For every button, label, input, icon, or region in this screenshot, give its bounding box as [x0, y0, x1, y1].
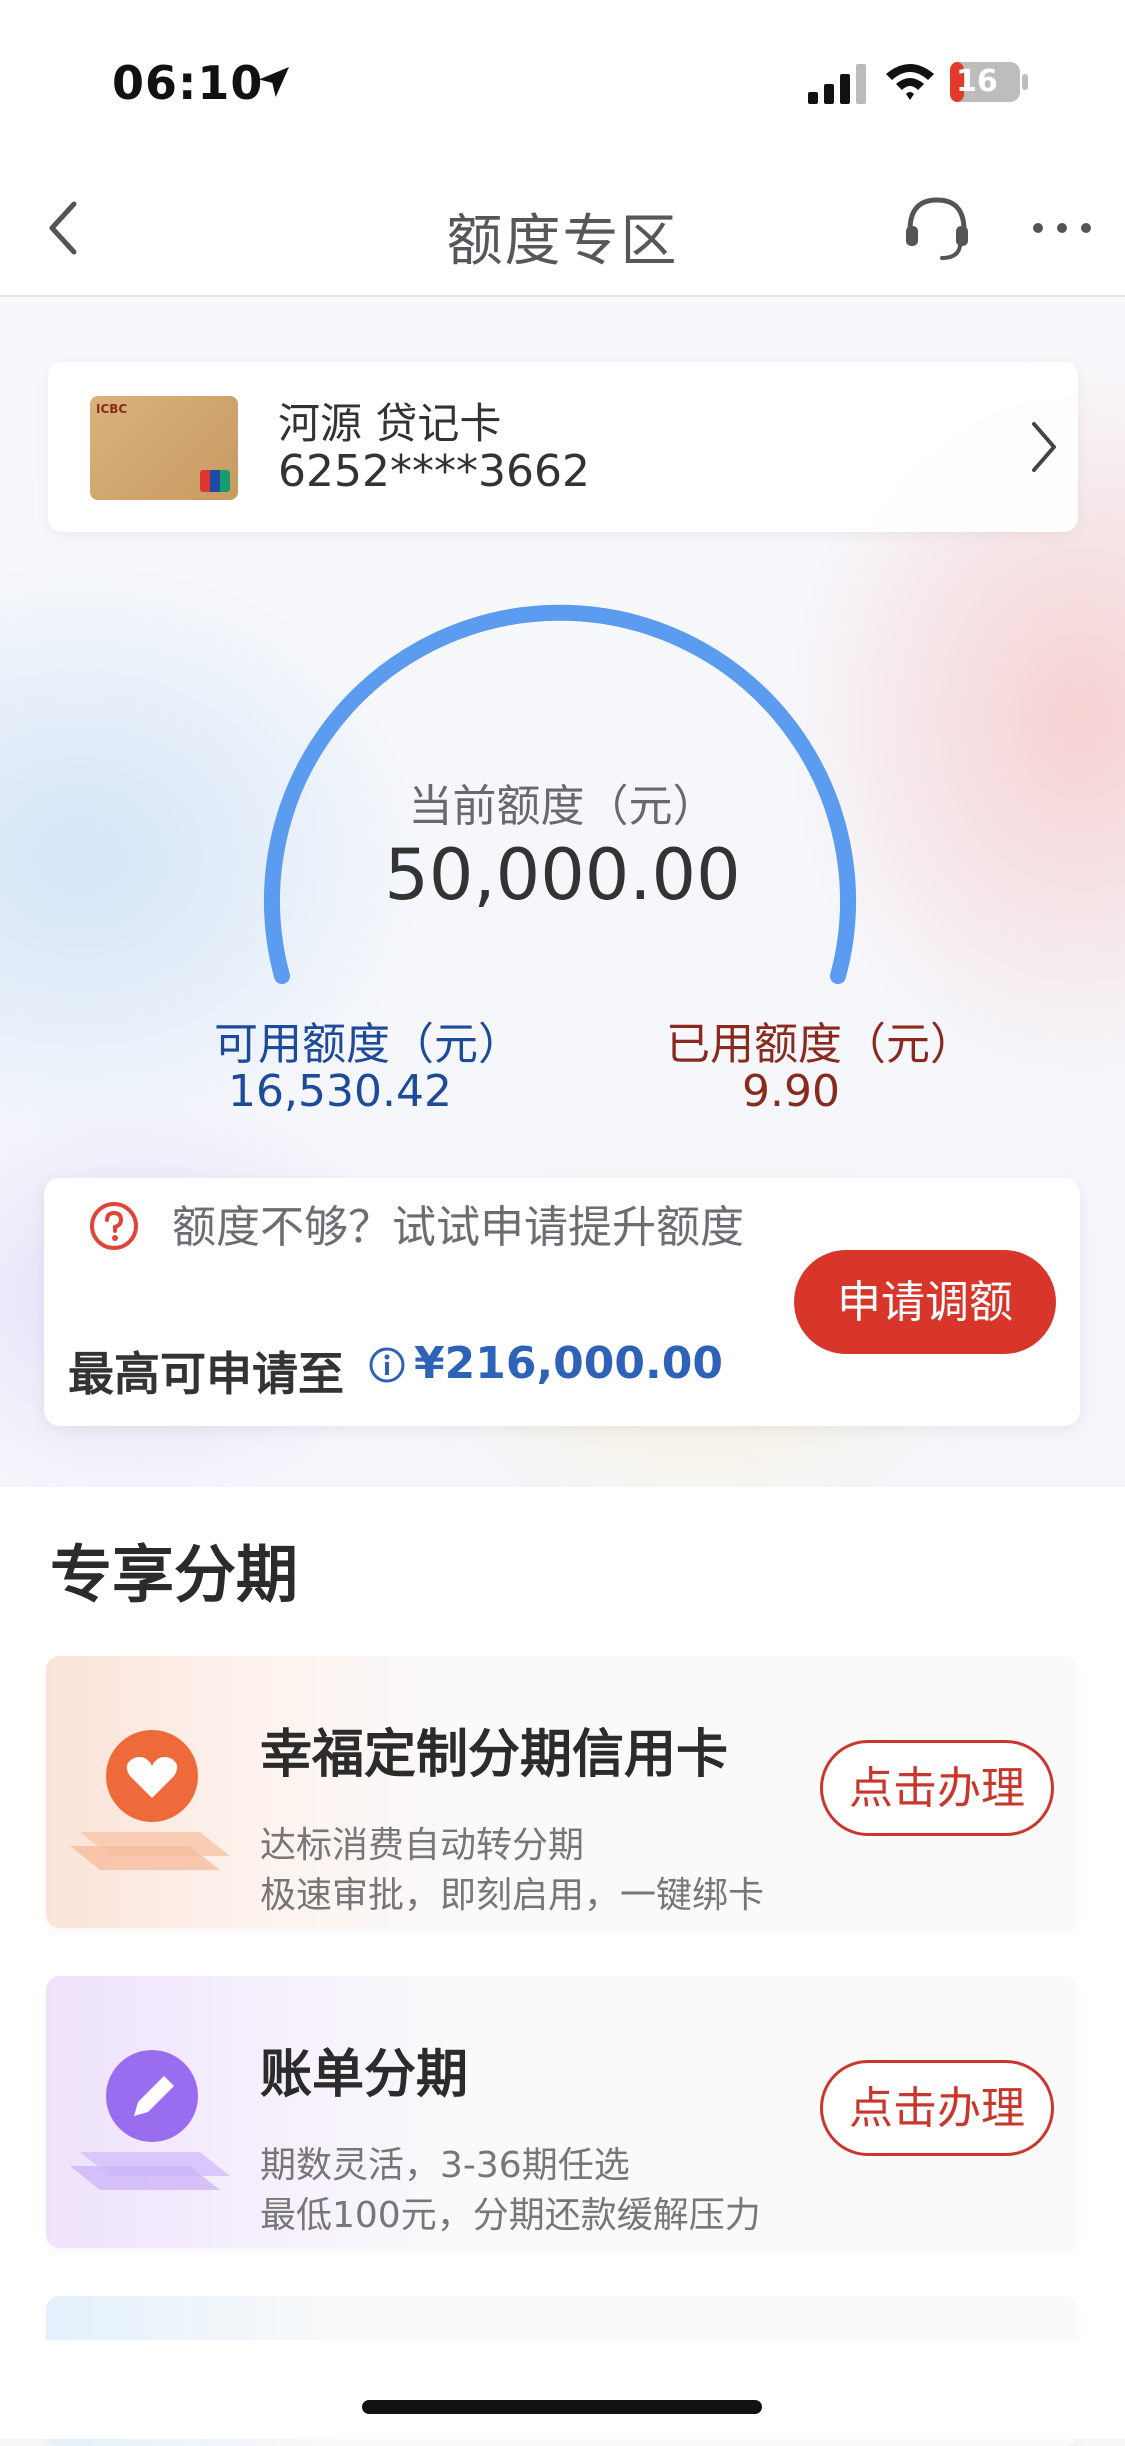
promo-subtitle: 极速审批，即刻启用，一键绑卡	[260, 1875, 765, 1916]
apply-now-button[interactable]: 点击办理	[820, 2060, 1054, 2156]
bottom-safe-area	[0, 2340, 1125, 2439]
status-time: 06:10	[112, 56, 264, 110]
current-limit-value: 50,000.00	[384, 834, 741, 916]
home-indicator	[362, 2400, 762, 2414]
promo-subtitle: 期数灵活，3-36期任选	[260, 2145, 630, 2186]
battery-level: 16	[956, 64, 998, 99]
available-limit-value: 16,530.42	[228, 1066, 452, 1117]
max-limit-label: 最高可申请至	[68, 1347, 344, 1401]
current-limit-label: 当前额度（元）	[408, 781, 717, 832]
promo-subtitle: 达标消费自动转分期	[260, 1825, 585, 1866]
promo-card-bill-installment[interactable]: 账单分期 期数灵活，3-36期任选 最低100元，分期还款缓解压力 点击办理	[46, 1976, 1078, 2248]
location-arrow-icon	[259, 67, 289, 97]
card-name: 河源 贷记卡	[278, 399, 502, 448]
apply-adjust-button[interactable]: 申请调额	[794, 1250, 1056, 1354]
max-limit-value: ¥216,000.00	[414, 1338, 723, 1389]
signal-icon	[808, 64, 866, 104]
card-number: 6252****3662	[278, 446, 590, 497]
headset-icon[interactable]	[900, 190, 974, 264]
more-icon[interactable]	[1030, 218, 1094, 238]
promo-card-happiness[interactable]: 幸福定制分期信用卡 达标消费自动转分期 极速审批，即刻启用，一键绑卡 点击办理	[46, 1656, 1078, 1928]
info-icon[interactable]	[368, 1346, 406, 1384]
used-limit-label: 已用额度（元）	[666, 1019, 974, 1070]
raise-limit-panel: 额度不够？试试申请提升额度 最高可申请至 ¥216,000.00 申请调额	[44, 1178, 1080, 1426]
pencil-icon	[70, 2050, 230, 2190]
section-title: 专享分期	[50, 1538, 299, 1611]
nav-bar: 额度专区	[0, 160, 1125, 297]
status-bar: 06:10 16	[0, 0, 1125, 160]
apply-now-button[interactable]: 点击办理	[820, 1740, 1054, 1836]
promo-title: 账单分期	[260, 2045, 469, 2105]
wifi-icon	[886, 64, 934, 100]
promo-subtitle: 最低100元，分期还款缓解压力	[260, 2195, 761, 2236]
available-limit-label: 可用额度（元）	[214, 1019, 522, 1070]
used-limit-value: 9.90	[742, 1066, 840, 1117]
card-thumbnail: ICBC	[90, 396, 238, 500]
promo-title: 幸福定制分期信用卡	[260, 1725, 729, 1785]
question-icon	[90, 1202, 138, 1250]
heart-icon	[70, 1730, 230, 1870]
raise-prompt: 额度不够？试试申请提升额度	[172, 1202, 744, 1253]
unionpay-logo	[200, 470, 230, 492]
bank-logo: ICBC	[96, 402, 128, 416]
chevron-right-icon	[1032, 422, 1056, 472]
card-selector[interactable]: ICBC 河源 贷记卡 6252****3662	[48, 362, 1078, 532]
